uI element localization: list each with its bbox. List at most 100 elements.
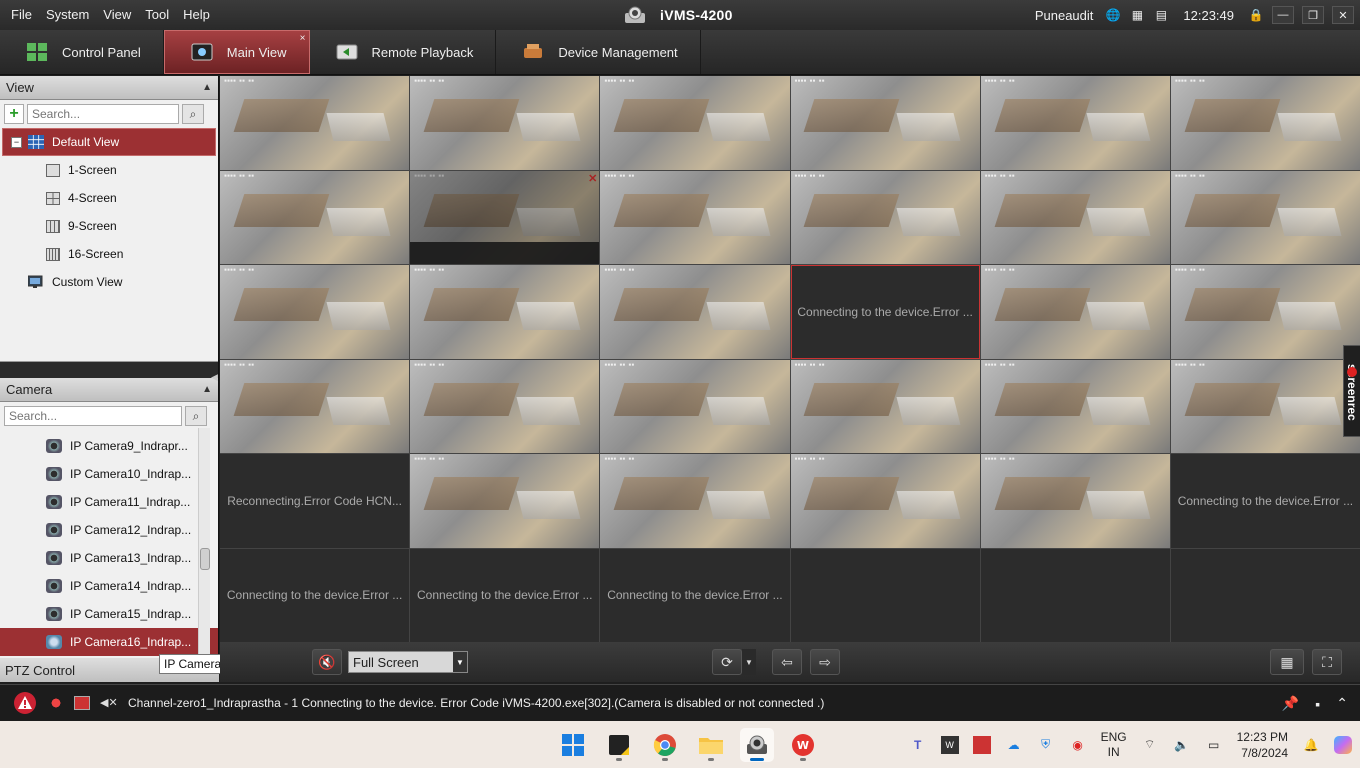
video-tile[interactable]: ▪▪▪▪ ▪▪ ▪▪ [980,170,1170,264]
scrollbar-thumb[interactable] [200,548,210,570]
camera-item[interactable]: IP Camera14_Indrap... [0,572,218,600]
tile-toolbar[interactable] [410,242,600,264]
tree-16-screen[interactable]: 16-Screen [0,240,218,268]
screenrec-tab[interactable]: screenrec [1343,345,1360,437]
video-tile[interactable]: ▪▪▪▪ ▪▪ ▪▪ ✕ [410,170,600,264]
alarm-icon[interactable] [48,696,64,710]
video-tile[interactable]: ▪▪▪▪ ▪▪ ▪▪ [790,170,980,264]
video-tile[interactable]: ▪▪▪▪ ▪▪ ▪▪ [790,359,980,453]
panel-collapse-arrow-icon[interactable]: ◀ [211,372,218,383]
chevron-down-icon[interactable]: ▼ [453,652,467,672]
tab-control-panel[interactable]: Control Panel [0,30,164,74]
camera-item[interactable]: IP Camera15_Indrap... [0,600,218,628]
search-icon[interactable]: ⌕ [182,104,204,124]
window-icon[interactable]: ▪ [1315,696,1320,712]
video-tile[interactable]: ▪▪▪▪ ▪▪ ▪▪ [220,265,410,359]
tab-device-management[interactable]: Device Management [496,30,701,74]
video-tile[interactable]: ▪▪▪▪ ▪▪ ▪▪ [220,170,410,264]
video-tile[interactable]: ▪▪▪▪ ▪▪ ▪▪ [1170,359,1360,453]
menu-file[interactable]: File [4,0,39,30]
camera-item[interactable]: IP Camera9_Indrapr... [0,432,218,460]
display-mode-select[interactable]: Full Screen ▼ [348,651,468,673]
globe-icon[interactable]: 🌐 [1105,7,1121,23]
view-section-header[interactable]: View ▲ [0,76,218,100]
video-tile[interactable]: ▪▪▪▪ ▪▪ ▪▪ [980,454,1170,548]
lock-icon[interactable]: 🔒 [1248,7,1264,23]
taskbar-clock[interactable]: 12:23 PM 7/8/2024 [1237,729,1288,761]
view-search-input[interactable] [27,104,179,124]
video-tile[interactable]: ▪▪▪▪ ▪▪ ▪▪ [410,265,600,359]
status-tile[interactable]: Reconnecting.Error Code HCN... [220,454,410,548]
wifi-icon[interactable]: ⌔ [1141,736,1159,754]
video-tile[interactable]: ▪▪▪▪ ▪▪ ▪▪ [980,359,1170,453]
close-tile-icon[interactable]: ✕ [588,172,597,185]
copilot-icon[interactable] [1334,735,1352,754]
video-tile[interactable]: ▪▪▪▪ ▪▪ ▪▪ [600,265,790,359]
menu-system[interactable]: System [39,0,96,30]
tab-main-view[interactable]: Main View × [163,30,310,74]
next-page-button[interactable]: ⇨ [810,649,840,675]
notification-bell-icon[interactable]: 🔔 [1302,736,1320,754]
empty-tile[interactable] [980,548,1170,642]
tree-custom-view[interactable]: Custom View [0,268,218,296]
ram-icon[interactable]: ▤ [1153,7,1169,23]
collapse-icon[interactable]: ▲ [202,384,212,395]
battery-icon[interactable]: ▭ [1205,736,1223,754]
tab-close-icon[interactable]: × [300,33,306,44]
security-shield-icon[interactable]: ⛨ [1037,736,1055,754]
video-tile[interactable]: ▪▪▪▪ ▪▪ ▪▪ [1170,265,1360,359]
collapse-icon[interactable]: ▲ [202,82,212,93]
empty-tile[interactable] [790,548,980,642]
video-tile[interactable]: ▪▪▪▪ ▪▪ ▪▪ [980,265,1170,359]
status-tile[interactable]: Connecting to the device.Error ... [1170,454,1360,548]
tree-default-view[interactable]: − Default View [2,128,216,156]
taskbar-file-explorer[interactable] [694,728,728,762]
add-view-button[interactable]: + [4,104,24,124]
audio-mute-button[interactable]: 🔇 [312,649,342,675]
expand-up-icon[interactable]: ⌃ [1336,695,1348,712]
empty-tile[interactable] [1170,548,1360,642]
video-tile[interactable]: ▪▪▪▪ ▪▪ ▪▪ [1170,170,1360,264]
tree-4-screen[interactable]: 4-Screen [0,184,218,212]
monitor-icon[interactable] [74,696,90,710]
alarm-warning-icon[interactable] [12,691,38,715]
record-tray-icon[interactable]: ◉ [1069,736,1087,754]
status-tile[interactable]: Connecting to the device.Error ... [220,548,410,642]
app-tray-icon-2[interactable] [972,735,991,754]
video-tile[interactable]: ▪▪▪▪ ▪▪ ▪▪ [790,76,980,170]
video-tile[interactable]: ▪▪▪▪ ▪▪ ▪▪ [790,454,980,548]
volume-mute-icon[interactable]: 🔈 [1173,736,1191,754]
video-tile[interactable]: ▪▪▪▪ ▪▪ ▪▪ [410,454,600,548]
status-tile[interactable]: Connecting to the device.Error ... [410,548,600,642]
camera-search-input[interactable] [4,406,182,426]
collapse-tree-icon[interactable]: − [11,136,22,148]
minimize-button[interactable]: — [1272,6,1294,24]
video-tile[interactable]: ▪▪▪▪ ▪▪ ▪▪ [1170,76,1360,170]
fullscreen-button[interactable]: ⛶ [1312,649,1342,675]
menu-help[interactable]: Help [176,0,217,30]
camera-item[interactable]: IP Camera12_Indrap... [0,516,218,544]
video-tile[interactable]: ▪▪▪▪ ▪▪ ▪▪ [410,359,600,453]
camera-item[interactable]: IP Camera10_Indrap... [0,460,218,488]
audio-off-icon[interactable]: ◀✕ [100,696,118,710]
tree-9-screen[interactable]: 9-Screen [0,212,218,240]
search-icon[interactable]: ⌕ [185,406,207,426]
menu-tool[interactable]: Tool [138,0,176,30]
taskbar-ivms[interactable] [740,727,774,762]
language-indicator[interactable]: ENG IN [1101,730,1127,760]
window-layout-button[interactable]: ▦ [1270,649,1304,675]
camera-item[interactable]: IP Camera11_Indrap... [0,488,218,516]
tree-1-screen[interactable]: 1-Screen [0,156,218,184]
cpu-icon[interactable]: ▦ [1129,7,1145,23]
app-tray-icon[interactable]: W [940,735,959,754]
video-tile[interactable]: ▪▪▪▪ ▪▪ ▪▪ [410,76,600,170]
camera-section-header[interactable]: Camera ▲ [0,378,218,402]
refresh-dropdown-icon[interactable]: ▼ [742,649,756,675]
menu-view[interactable]: View [96,0,138,30]
taskbar-chrome[interactable] [648,728,682,762]
start-button[interactable] [556,728,590,762]
camera-item-selected[interactable]: IP Camera16_Indrap... [0,628,218,656]
video-tile[interactable]: ▪▪▪▪ ▪▪ ▪▪ [220,359,410,453]
camera-item[interactable]: IP Camera13_Indrap... [0,544,218,572]
pin-icon[interactable]: 📌 [1282,695,1299,712]
